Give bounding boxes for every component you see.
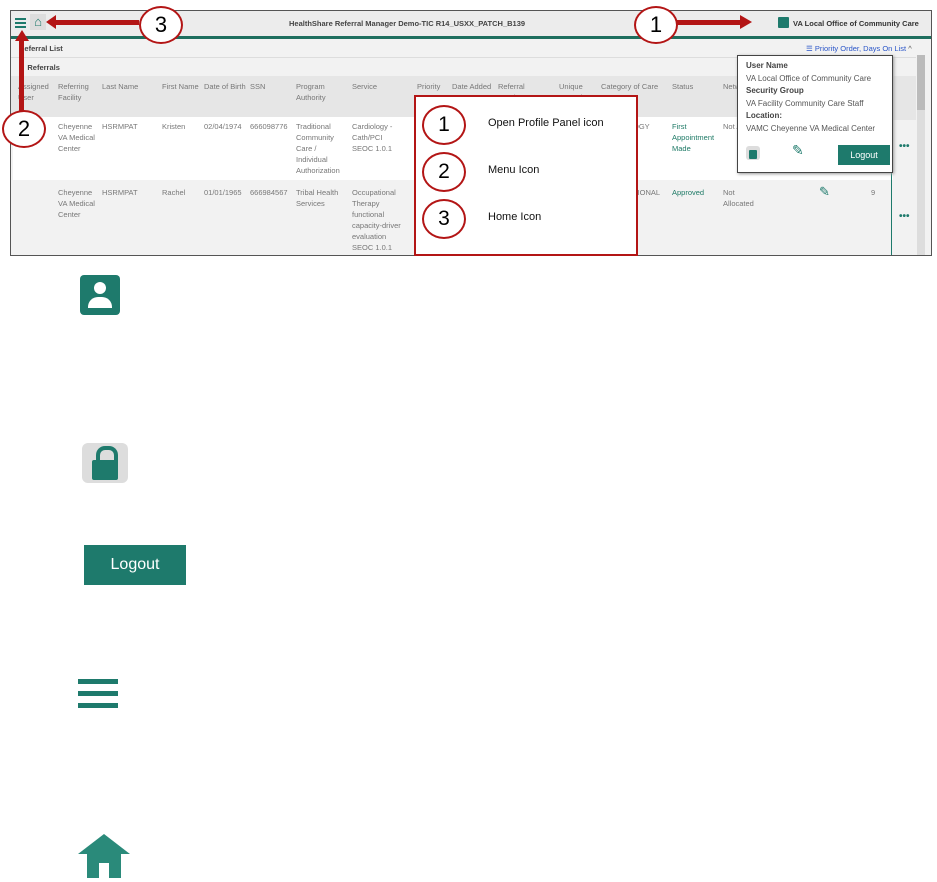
- arrow-1-head: [740, 15, 752, 29]
- column-header[interactable]: Referring Facility: [58, 81, 102, 103]
- cell-network: Not Allocated: [723, 188, 754, 208]
- legend-label: Open Profile Panel icon: [488, 117, 604, 129]
- profile-label[interactable]: VA Local Office of Community Care: [793, 18, 919, 29]
- legend-number: 2: [422, 152, 466, 192]
- callout-1: 1: [634, 6, 678, 44]
- cell-authority: Traditional Community Care / Individual …: [296, 122, 340, 175]
- sort-link[interactable]: ☰ Priority Order, Days On List ^: [806, 43, 912, 54]
- section-referrals[interactable]: ⌄ Referrals: [19, 62, 60, 73]
- column-header[interactable]: Program Authority: [296, 81, 340, 103]
- security-group-label: Security Group: [746, 86, 804, 95]
- legend-box: 1 Open Profile Panel icon 2 Menu Icon 3 Home …: [414, 95, 638, 256]
- legend-number: 1: [422, 105, 466, 145]
- app-title: HealthShare Referral Manager Demo-TIC R1…: [289, 19, 526, 28]
- column-header[interactable]: Status: [672, 81, 716, 92]
- sort-icon: ☰: [806, 44, 815, 53]
- cell-facility: Cheyenne VA Medical Center: [58, 122, 95, 153]
- home-icon[interactable]: ⌂: [30, 14, 46, 30]
- edit-icon[interactable]: ✎: [819, 184, 830, 200]
- logout-button-large: Logout: [84, 545, 186, 585]
- column-header[interactable]: SSN: [250, 81, 294, 92]
- column-header[interactable]: Assigned User: [18, 81, 62, 103]
- security-group: VA Facility Community Care Staff: [746, 98, 864, 108]
- cell-status: First Appointment Made: [672, 122, 715, 153]
- cell-dob: 02/04/1974: [204, 122, 242, 131]
- arrow-3-head: [46, 15, 56, 29]
- cell-first: Rachel: [162, 188, 186, 197]
- arrow-2-head: [15, 30, 29, 41]
- more-icon[interactable]: •••: [899, 211, 910, 222]
- legend-label: Menu Icon: [488, 164, 540, 176]
- location: VAMC Cheyenne VA Medical Center: [746, 123, 876, 133]
- cell-last: HSRMPAT: [102, 188, 138, 197]
- cell-last: HSRMPAT: [102, 122, 138, 131]
- column-header[interactable]: Category of Care: [601, 81, 671, 92]
- cell-service: Occupational Therapy functional capacity…: [352, 188, 401, 252]
- user-name-label: User Name: [746, 61, 788, 70]
- cell-ssn: 666984567: [250, 188, 288, 197]
- callout-3: 3: [139, 6, 183, 44]
- arrow-1: [676, 20, 742, 25]
- edit-icon[interactable]: ✎: [792, 143, 804, 156]
- logout-button[interactable]: Logout: [838, 145, 890, 165]
- legend-number: 3: [422, 199, 466, 239]
- profile-panel: User Name VA Local Office of Community C…: [737, 55, 893, 173]
- user-name: VA Local Office of Community Care: [746, 73, 872, 83]
- cell-authority: Tribal Health Services: [296, 188, 339, 208]
- menu-icon[interactable]: [15, 18, 26, 28]
- scrollbar[interactable]: [917, 55, 925, 255]
- column-header[interactable]: First Name: [162, 81, 206, 92]
- home-icon-large: [78, 834, 130, 878]
- cell-first: Kristen: [162, 122, 186, 131]
- column-header[interactable]: Date Added: [452, 81, 496, 92]
- profile-icon-large: [80, 275, 120, 315]
- cell-dob: 01/01/1965: [204, 188, 242, 197]
- breadcrumb: Referral List: [19, 44, 63, 53]
- arrow-2: [19, 40, 24, 112]
- lock-icon-large: [82, 443, 128, 483]
- menu-icon-large: [78, 679, 118, 708]
- cell-facility: Cheyenne VA Medical Center: [58, 188, 95, 219]
- more-icon[interactable]: •••: [899, 141, 910, 152]
- column-header[interactable]: Last Name: [102, 81, 146, 92]
- cell-category: OGY: [633, 122, 650, 131]
- cell-ssn: 666098776: [250, 122, 288, 131]
- legend-label: Home Icon: [488, 211, 542, 223]
- callout-2: 2: [2, 110, 46, 148]
- count: 9: [871, 188, 876, 197]
- lock-icon[interactable]: [746, 146, 760, 160]
- column-header[interactable]: Date of Birth: [204, 81, 248, 92]
- cell-service: Cardiology - Cath/PCI SEOC 1.0.1: [352, 122, 393, 153]
- cell-category: TIONAL: [633, 188, 661, 197]
- arrow-3: [55, 20, 139, 25]
- cell-status: Approved: [672, 188, 705, 197]
- profile-panel-icon[interactable]: [778, 17, 789, 28]
- column-header[interactable]: Service: [352, 81, 396, 92]
- location-label: Location:: [746, 111, 782, 120]
